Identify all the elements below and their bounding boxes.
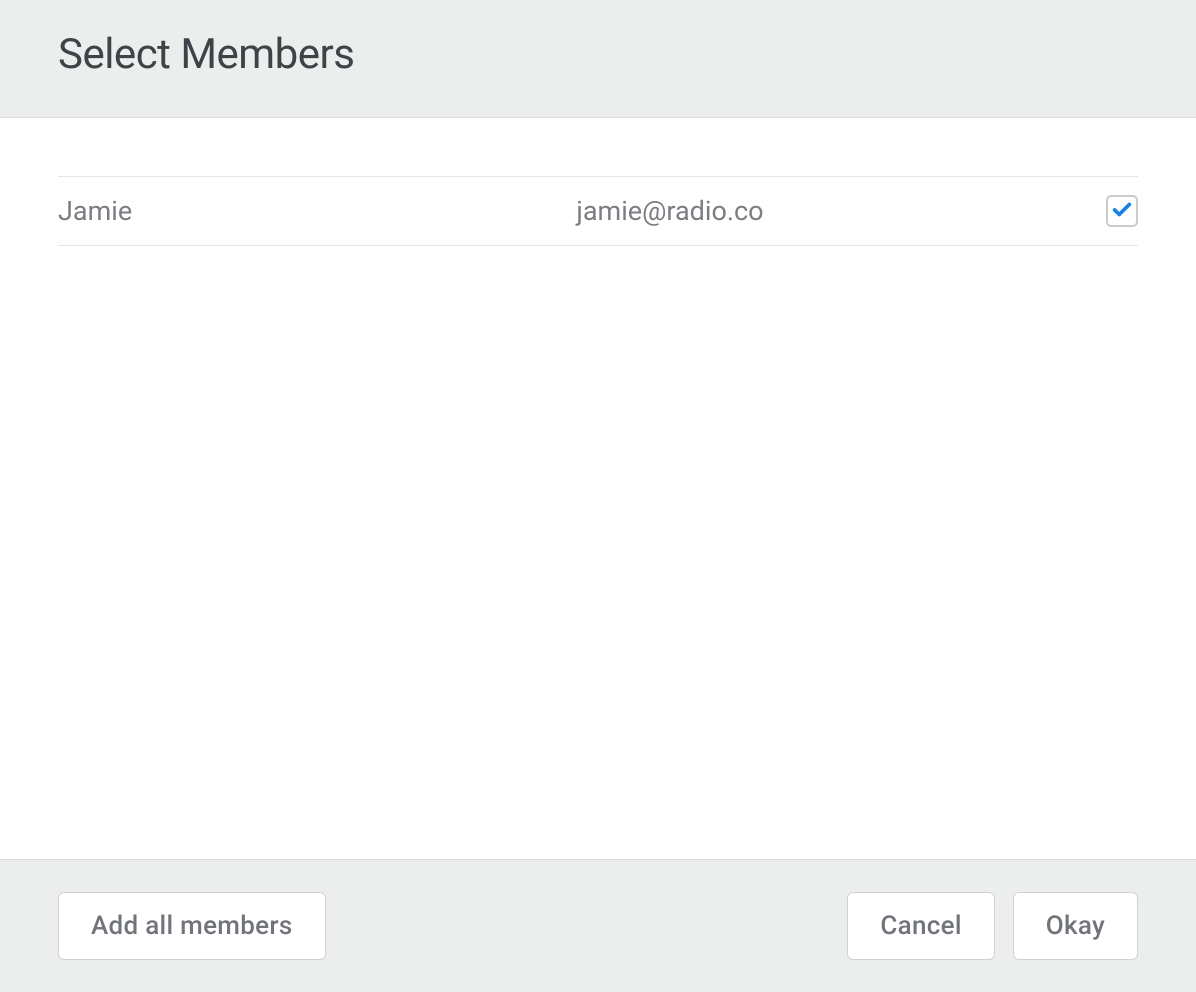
footer-right-actions: Cancel Okay — [847, 892, 1138, 960]
member-row: Jamie jamie@radio.co — [58, 176, 1138, 246]
member-name: Jamie — [58, 195, 576, 227]
dialog-content: Jamie jamie@radio.co — [0, 118, 1196, 859]
dialog-header: Select Members — [0, 0, 1196, 118]
dialog-footer: Add all members Cancel Okay — [0, 859, 1196, 992]
cancel-button[interactable]: Cancel — [847, 892, 994, 960]
add-all-members-button[interactable]: Add all members — [58, 892, 326, 960]
member-email: jamie@radio.co — [576, 195, 1106, 227]
member-checkbox[interactable] — [1106, 195, 1138, 227]
dialog-title: Select Members — [58, 30, 1138, 79]
okay-button[interactable]: Okay — [1013, 892, 1138, 960]
check-icon — [1111, 198, 1133, 224]
member-list: Jamie jamie@radio.co — [58, 176, 1138, 246]
